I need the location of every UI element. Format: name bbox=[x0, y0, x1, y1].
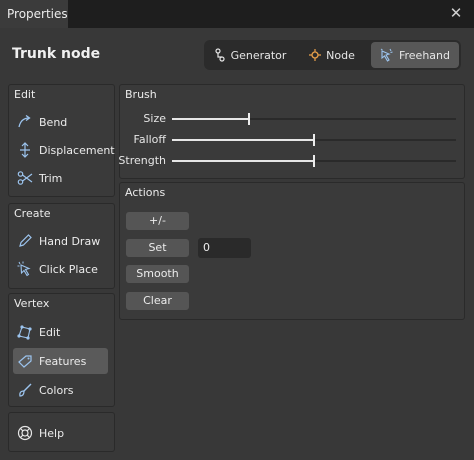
help-icon bbox=[17, 425, 33, 441]
plus-minus-button[interactable]: +/- bbox=[126, 212, 189, 230]
edit-section-title: Edit bbox=[14, 88, 36, 101]
falloff-slider-handle[interactable] bbox=[313, 134, 315, 146]
mode-generator-label: Generator bbox=[230, 48, 287, 62]
sidebar-item-label: Trim bbox=[39, 171, 63, 185]
sidebar-item-label: Displacement bbox=[39, 143, 115, 157]
vertex-section-title: Vertex bbox=[14, 297, 50, 310]
help-button[interactable]: Help bbox=[13, 420, 108, 446]
sidebar-item-click-place[interactable]: Click Place bbox=[13, 256, 108, 282]
create-panel: Create Hand Draw Click Place bbox=[8, 203, 115, 289]
title-bar: Properties ✕ bbox=[0, 0, 474, 28]
mode-node-button[interactable]: Node bbox=[296, 42, 368, 68]
mode-generator-button[interactable]: Generator bbox=[207, 42, 293, 68]
sidebar-item-trim[interactable]: Trim bbox=[13, 165, 108, 191]
sidebar-item-vertex-edit[interactable]: Edit bbox=[13, 319, 108, 345]
falloff-slider-row: Falloff bbox=[120, 132, 456, 148]
scissors-icon bbox=[17, 171, 33, 185]
strength-slider-handle[interactable] bbox=[313, 155, 315, 167]
falloff-slider[interactable] bbox=[172, 134, 456, 146]
set-button[interactable]: Set bbox=[126, 239, 189, 257]
size-slider[interactable] bbox=[172, 113, 456, 125]
smooth-button[interactable]: Smooth bbox=[126, 265, 189, 283]
size-label: Size bbox=[143, 112, 166, 125]
sidebar-item-colors[interactable]: Colors bbox=[13, 377, 108, 403]
generator-icon bbox=[214, 48, 225, 62]
click-place-icon bbox=[17, 261, 31, 277]
node-icon bbox=[309, 49, 322, 61]
falloff-label: Falloff bbox=[133, 133, 166, 146]
help-panel: Help bbox=[8, 412, 115, 452]
mode-freehand-button[interactable]: Freehand bbox=[371, 42, 459, 68]
pencil-icon bbox=[19, 234, 32, 247]
tab-properties[interactable]: Properties bbox=[0, 0, 68, 28]
freehand-icon bbox=[380, 48, 393, 62]
create-section-title: Create bbox=[14, 207, 51, 220]
actions-panel: Actions +/- Set 0 Smooth Clear bbox=[119, 182, 465, 320]
sidebar-item-label: Features bbox=[39, 354, 87, 368]
brush-panel: Brush Size Falloff Strength bbox=[118, 84, 465, 179]
sidebar-item-label: Bend bbox=[39, 115, 68, 129]
mode-node-label: Node bbox=[326, 48, 355, 62]
brush-section-title: Brush bbox=[125, 88, 157, 101]
strength-slider[interactable] bbox=[172, 155, 456, 167]
sidebar-item-displacement[interactable]: Displacement bbox=[13, 137, 115, 163]
sidebar-item-hand-draw[interactable]: Hand Draw bbox=[13, 228, 108, 254]
size-slider-handle[interactable] bbox=[247, 113, 250, 125]
brush-icon bbox=[19, 383, 32, 397]
help-label: Help bbox=[39, 426, 65, 440]
sidebar-item-label: Edit bbox=[39, 325, 61, 339]
mode-toggle-group: Generator Node Freehand bbox=[204, 40, 461, 70]
vertex-edit-icon bbox=[17, 325, 32, 340]
mode-freehand-label: Freehand bbox=[398, 48, 450, 62]
strength-slider-row: Strength bbox=[118, 153, 456, 169]
strength-label: Strength bbox=[118, 154, 166, 167]
actions-section-title: Actions bbox=[125, 186, 166, 199]
bend-icon bbox=[18, 115, 31, 128]
clear-button[interactable]: Clear bbox=[126, 292, 189, 310]
features-icon bbox=[18, 355, 32, 368]
sidebar-item-label: Click Place bbox=[39, 262, 98, 276]
sidebar-item-label: Hand Draw bbox=[39, 234, 101, 248]
sidebar-item-features[interactable]: Features bbox=[13, 348, 108, 374]
vertex-panel: Vertex Edit Features Colors bbox=[8, 293, 115, 407]
displacement-icon bbox=[20, 142, 30, 158]
page-title: Trunk node bbox=[12, 46, 101, 62]
size-slider-row: Size bbox=[120, 111, 456, 127]
sidebar-item-bend[interactable]: Bend bbox=[13, 109, 108, 135]
edit-panel: Edit Bend Displacement Trim bbox=[8, 84, 115, 197]
close-icon[interactable]: ✕ bbox=[446, 3, 466, 23]
set-value-field[interactable]: 0 bbox=[198, 238, 251, 258]
sidebar-item-label: Colors bbox=[39, 383, 74, 397]
